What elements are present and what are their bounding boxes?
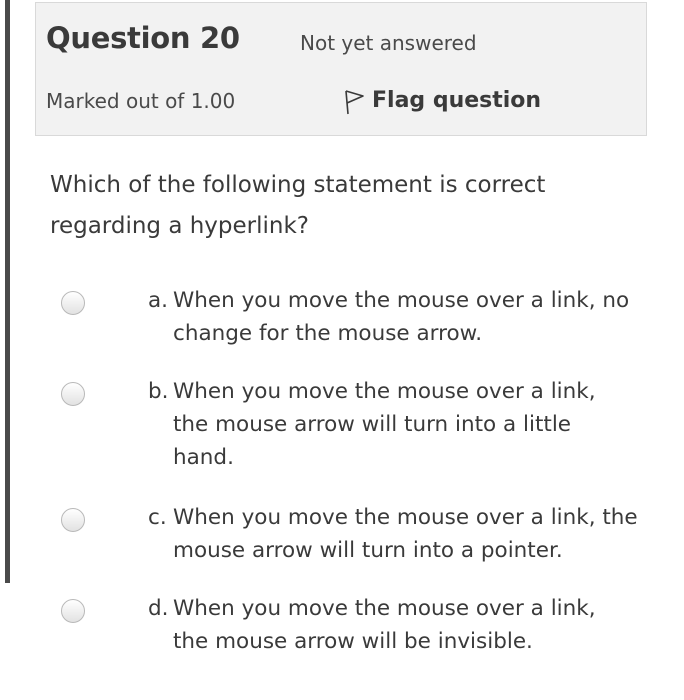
- option-letter: a.: [148, 288, 169, 313]
- radio-option-b[interactable]: [61, 382, 85, 406]
- option-text: When you move the mouse over a link, the…: [173, 379, 596, 470]
- option-text: When you move the mouse over a link, the…: [173, 596, 596, 654]
- option-letter: c.: [148, 505, 167, 530]
- radio-option-d[interactable]: [61, 599, 85, 623]
- question-title: Question 20: [46, 21, 240, 55]
- question-marks: Marked out of 1.00: [46, 89, 236, 113]
- option-letter: d.: [148, 596, 169, 621]
- question-prompt: Which of the following statement is corr…: [50, 172, 546, 239]
- radio-option-c[interactable]: [61, 508, 85, 532]
- question-info-box: Question 20 Not yet answered Marked out …: [35, 2, 647, 136]
- left-border-rule: [5, 0, 10, 583]
- question-status: Not yet answered: [300, 31, 477, 55]
- flag-outline-icon: [345, 90, 364, 115]
- option-letter: b.: [148, 379, 169, 404]
- radio-option-a[interactable]: [61, 291, 85, 315]
- option-text: When you move the mouse over a link, no …: [173, 288, 630, 346]
- flag-question-label: Flag question: [372, 87, 542, 113]
- flag-question-button[interactable]: Flag question: [342, 85, 541, 115]
- option-text: When you move the mouse over a link, the…: [173, 505, 638, 563]
